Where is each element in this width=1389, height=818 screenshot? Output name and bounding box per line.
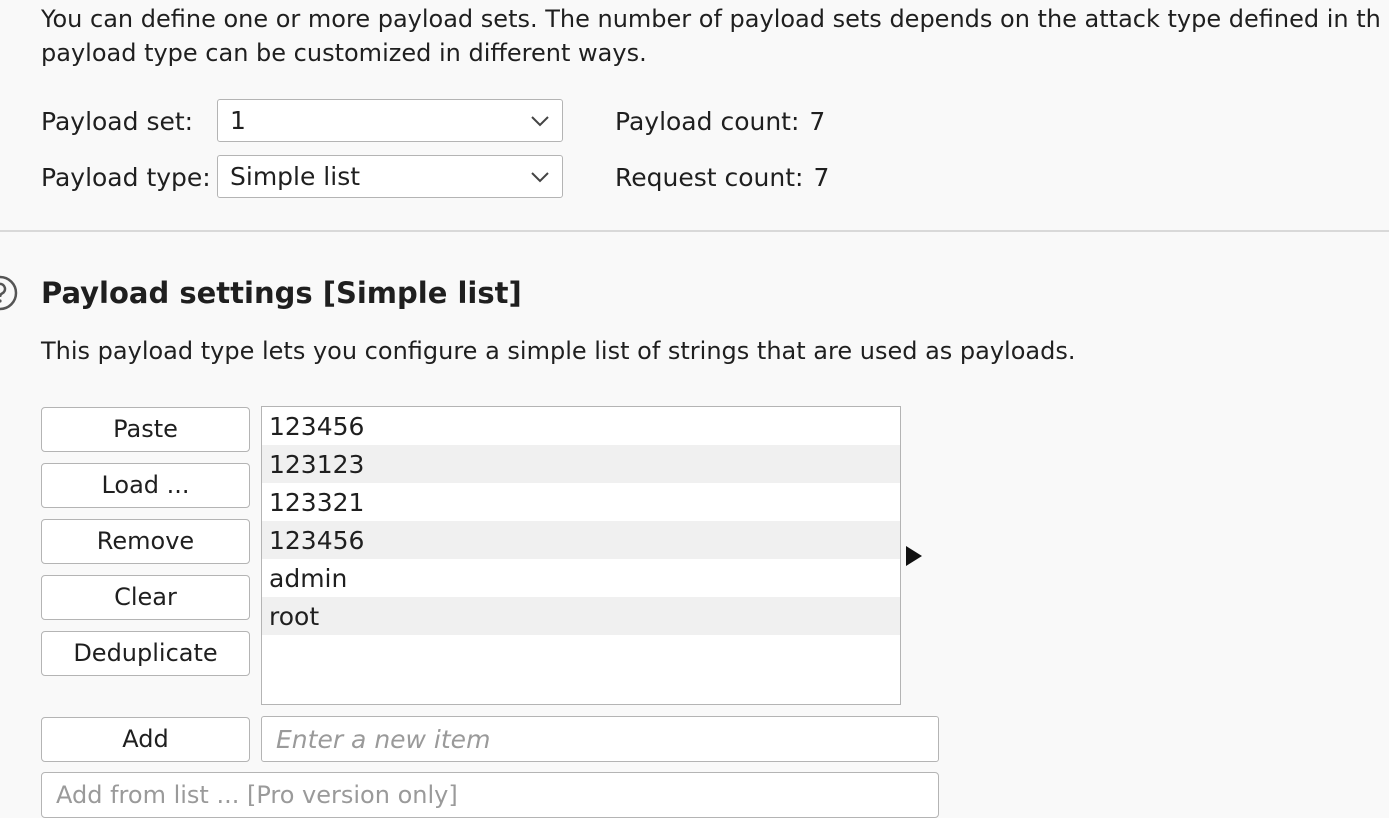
payload-settings-title: Payload settings [Simple list]: [41, 276, 522, 310]
add-button[interactable]: Add: [41, 717, 250, 762]
remove-button[interactable]: Remove: [41, 519, 250, 564]
payload-set-label: Payload set:: [41, 107, 194, 136]
add-from-list-select[interactable]: Add from list ... [Pro version only]: [41, 772, 939, 818]
payload-set-select[interactable]: 1: [217, 99, 563, 142]
triangle-right-icon[interactable]: [905, 545, 923, 567]
deduplicate-button[interactable]: Deduplicate: [41, 631, 250, 676]
request-count: Request count: 7: [615, 163, 829, 193]
payload-count-label: Payload count:: [615, 107, 800, 136]
payload-list[interactable]: 123456 123123 123321 123456 admin root: [261, 406, 901, 705]
add-from-list-label: Add from list ... [Pro version only]: [56, 781, 458, 809]
list-item[interactable]: 123456: [262, 521, 900, 559]
payload-type-value: Simple list: [230, 162, 361, 191]
load-button[interactable]: Load ...: [41, 463, 250, 508]
list-item[interactable]: 123321: [262, 483, 900, 521]
help-icon[interactable]: [0, 275, 18, 311]
list-item[interactable]: root: [262, 597, 900, 635]
list-item[interactable]: 123456: [262, 407, 900, 445]
list-item[interactable]: admin: [262, 559, 900, 597]
payload-count-value: 7: [809, 107, 826, 136]
payload-set-value: 1: [230, 106, 246, 135]
new-item-input[interactable]: [261, 716, 939, 762]
payload-settings-description: This payload type lets you configure a s…: [41, 337, 1076, 365]
paste-button[interactable]: Paste: [41, 407, 250, 452]
payload-type-select[interactable]: Simple list: [217, 155, 563, 198]
payload-count: Payload count: 7: [615, 107, 825, 137]
payload-type-label: Payload type:: [41, 163, 211, 192]
request-count-value: 7: [813, 163, 830, 192]
clear-button[interactable]: Clear: [41, 575, 250, 620]
description-line-1: You can define one or more payload sets.…: [41, 5, 1381, 33]
section-divider: [0, 230, 1389, 232]
request-count-label: Request count:: [615, 163, 804, 192]
chevron-down-icon: [531, 116, 549, 127]
list-item[interactable]: 123123: [262, 445, 900, 483]
payload-sets-description: You can define one or more payload sets.…: [41, 2, 1389, 70]
description-line-2: payload type can be customized in differ…: [41, 39, 647, 67]
chevron-down-icon: [531, 172, 549, 183]
